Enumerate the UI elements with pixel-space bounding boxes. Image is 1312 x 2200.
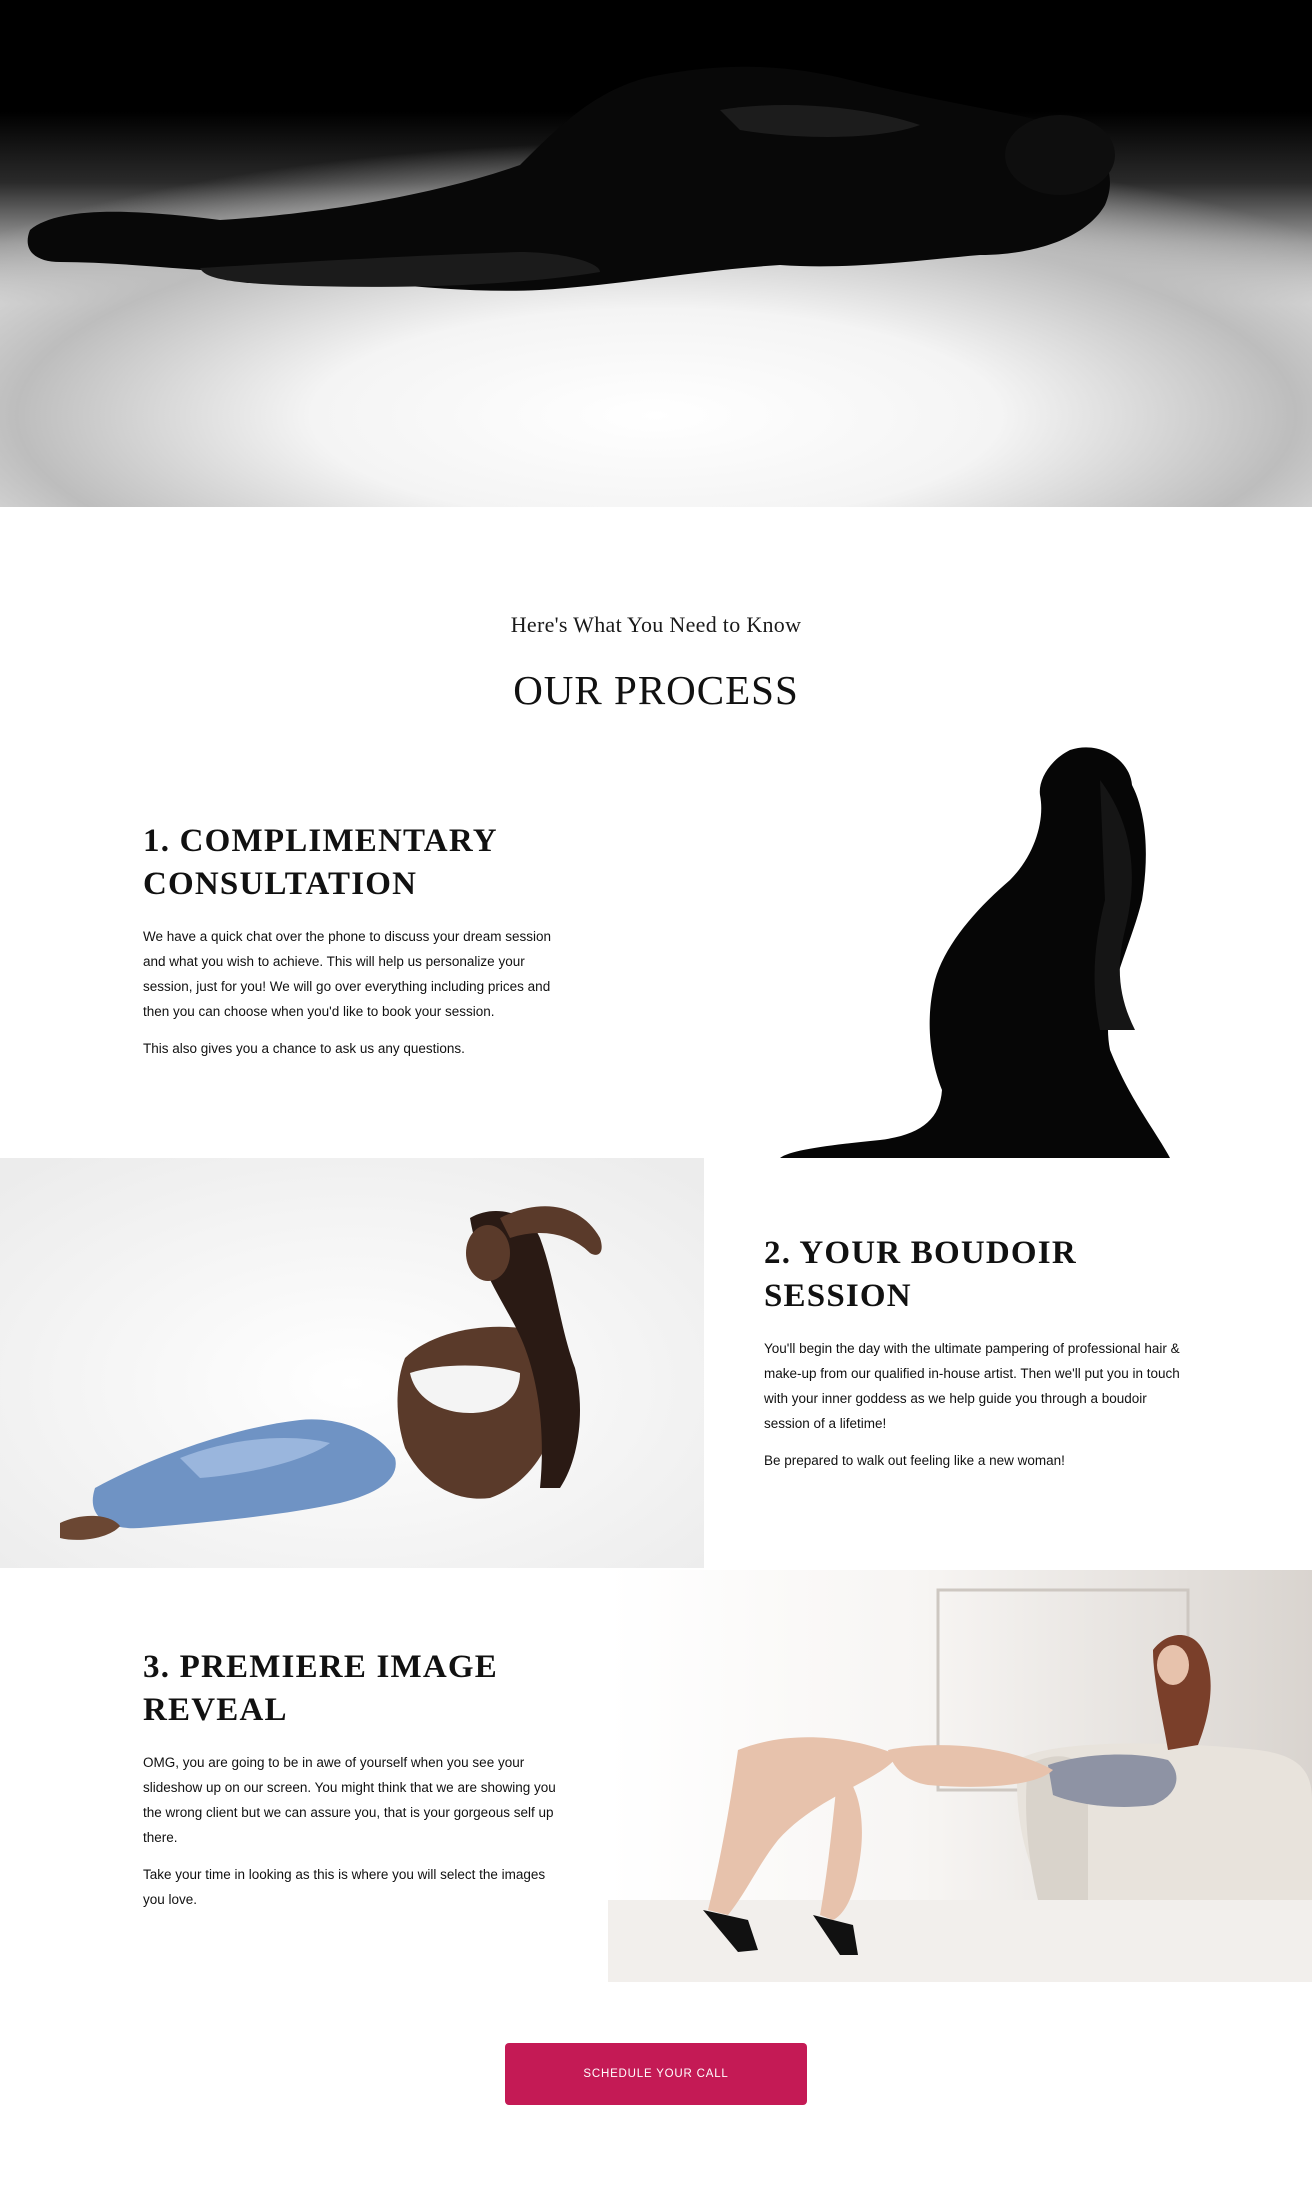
step-2-title: 2. YOUR BOUDOIR SESSION — [764, 1235, 1077, 1314]
step-3: 3. PREMIERE IMAGE REVEAL OMG, you are go… — [143, 1646, 563, 1924]
step-2-paragraph: You'll begin the day with the ultimate p… — [764, 1341, 1180, 1431]
section-title: OUR PROCESS — [513, 667, 799, 713]
hero-image — [0, 0, 1312, 507]
step-1-paragraph: We have a quick chat over the phone to d… — [143, 929, 551, 1019]
sofa-figure — [608, 1570, 1312, 1982]
schedule-call-button[interactable]: SCHEDULE YOUR CALL — [505, 2043, 807, 2105]
step-1-image — [770, 740, 1210, 1158]
step-1-paragraph: This also gives you a chance to ask us a… — [143, 1041, 465, 1056]
reclining-figure — [0, 1158, 704, 1568]
step-3-image — [608, 1570, 1312, 1982]
silhouette-figure — [770, 740, 1210, 1158]
step-1-title: 1. COMPLIMENTARY CONSULTATION — [143, 823, 497, 902]
step-2: 2. YOUR BOUDOIR SESSION You'll begin the… — [764, 1232, 1184, 1485]
step-2-body: You'll begin the day with the ultimate p… — [764, 1336, 1184, 1473]
step-3-paragraph: Take your time in looking as this is whe… — [143, 1867, 546, 1907]
step-1-body: We have a quick chat over the phone to d… — [143, 924, 563, 1061]
step-1: 1. COMPLIMENTARY CONSULTATION We have a … — [143, 820, 563, 1073]
section-eyebrow: Here's What You Need to Know — [510, 612, 802, 637]
step-2-paragraph: Be prepared to walk out feeling like a n… — [764, 1453, 1065, 1468]
hero-reclining-figure — [27, 66, 1115, 291]
step-3-body: OMG, you are going to be in awe of yours… — [143, 1750, 563, 1912]
step-3-title: 3. PREMIERE IMAGE REVEAL — [143, 1649, 498, 1728]
step-2-image — [0, 1158, 704, 1568]
step-3-paragraph: OMG, you are going to be in awe of yours… — [143, 1755, 556, 1845]
